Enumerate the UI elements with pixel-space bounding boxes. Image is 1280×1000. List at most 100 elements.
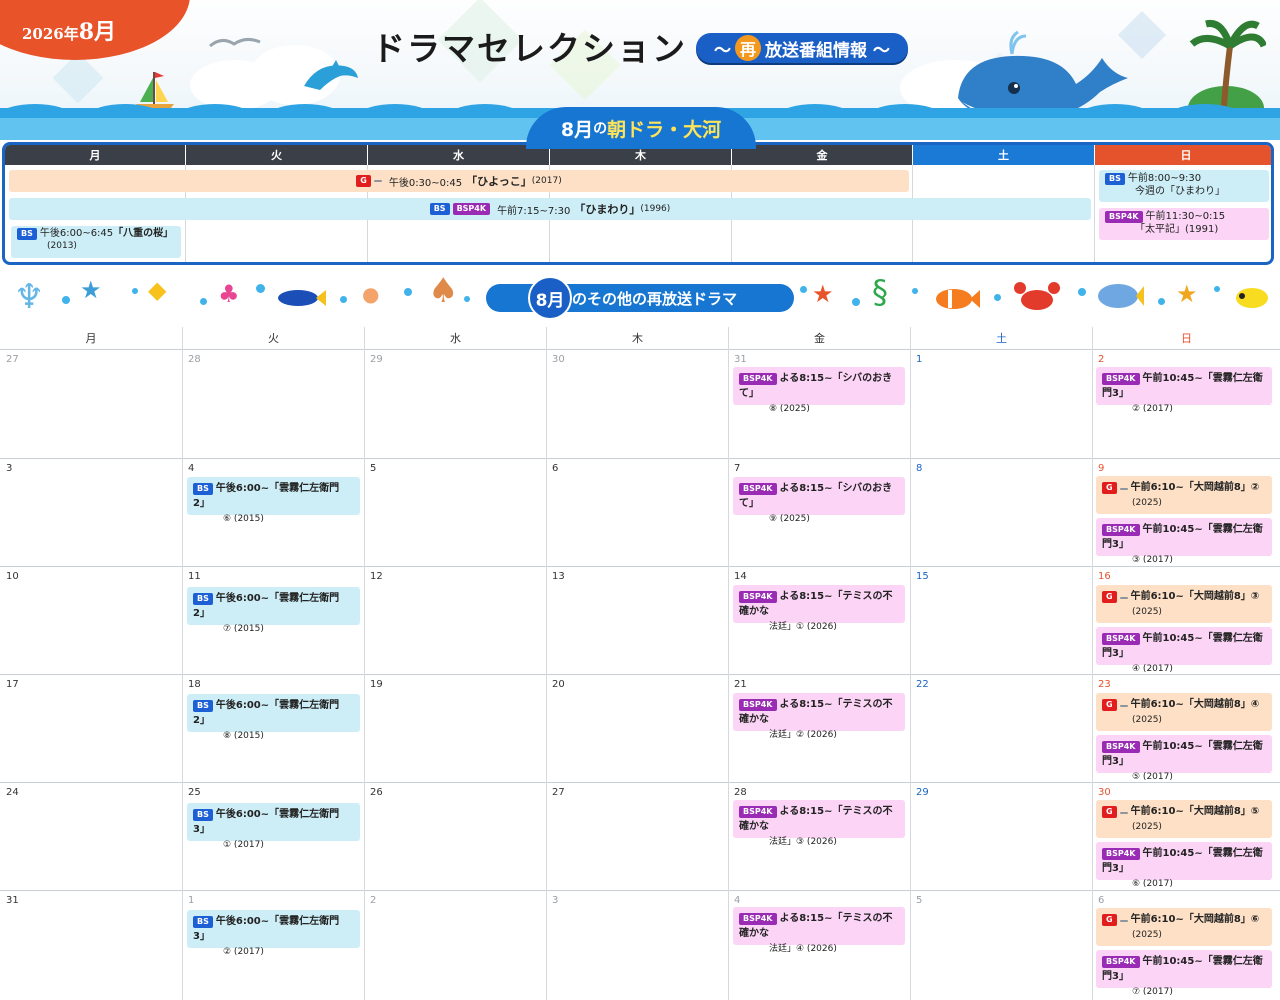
channel-bsp4k-badge: BSP4K bbox=[739, 806, 777, 818]
seaweed-icon: § bbox=[872, 273, 888, 311]
clownfish-icon bbox=[936, 289, 980, 309]
event-title: 午前6:10~「大岡越前8」② bbox=[1130, 482, 1260, 493]
program-event[interactable]: BS 午後6:00~「雲霧仁左衛門2」 ⑦ (2015) bbox=[187, 587, 360, 634]
channel-g-badge: G bbox=[356, 175, 371, 187]
yae-time: 午後6:00~6:45 bbox=[39, 228, 114, 239]
day-number: 3 bbox=[6, 463, 13, 474]
channel-bs-badge: BS bbox=[193, 916, 213, 928]
subtitle-tilde: 〜 bbox=[714, 40, 731, 61]
event-title: 午後6:00~「雲霧仁左衛門3」 bbox=[193, 916, 340, 942]
channel-g-badge: G bbox=[1102, 699, 1117, 711]
tang-fish-icon bbox=[278, 290, 326, 306]
bubble bbox=[852, 298, 860, 306]
program-event[interactable]: G 午前6:10~「大岡越前8」⑥ (2025) bbox=[1096, 908, 1272, 946]
subtitle-text: 放送番組情報 〜 bbox=[765, 40, 890, 61]
program-event[interactable]: BSP4K よる8:15~「テミスの不確かな 法廷」④ (2026) bbox=[733, 907, 905, 954]
program-event[interactable]: BSP4K 午前10:45~「雲霧仁左衛門3」 ⑦ (2017) bbox=[1096, 950, 1272, 997]
year-label: 2026年 bbox=[22, 25, 79, 43]
day-header-sun: 日 bbox=[1095, 145, 1271, 165]
event-detail: (2025) bbox=[1132, 715, 1162, 725]
program-event[interactable]: BSP4K よる8:15~「テミスの不確かな 法廷」③ (2026) bbox=[733, 800, 905, 847]
day-number: 13 bbox=[552, 571, 565, 582]
event-title: 午後6:00~「雲霧仁左衛門2」 bbox=[193, 700, 340, 726]
event-detail: (2025) bbox=[1132, 607, 1162, 617]
program-event[interactable]: BSP4K 午前10:45~「雲霧仁左衛門3」 ② (2017) bbox=[1096, 367, 1272, 414]
sunday-taiheiki-event[interactable]: BSP4K 午前11:30~0:15 「太平記」(1991) bbox=[1099, 208, 1269, 240]
day-number: 31 bbox=[6, 895, 19, 906]
day-number: 31 bbox=[734, 354, 747, 365]
day-number: 7 bbox=[734, 463, 741, 474]
butterflyfish-icon bbox=[1236, 288, 1268, 308]
himawari-title: 「ひまわり」 bbox=[574, 203, 641, 216]
fish-icon: ◆ bbox=[148, 276, 167, 304]
day-number: 23 bbox=[1098, 679, 1111, 690]
event-detail: ⑥ (2015) bbox=[223, 514, 264, 524]
day-number: 10 bbox=[6, 571, 19, 582]
yae-year: (2013) bbox=[47, 241, 77, 251]
row-divider bbox=[0, 566, 1280, 567]
channel-gray-badge bbox=[1119, 812, 1128, 814]
jellyfish-icon: ♆ bbox=[14, 277, 45, 317]
bubble bbox=[994, 294, 1001, 301]
bubble bbox=[1078, 288, 1086, 296]
program-event[interactable]: BS 午後6:00~「雲霧仁左衛門3」 ② (2017) bbox=[187, 910, 360, 957]
event-detail: 法廷」③ (2026) bbox=[769, 837, 837, 847]
program-event[interactable]: G 午前6:10~「大岡越前8」⑤ (2025) bbox=[1096, 800, 1272, 838]
program-event[interactable]: BS 午後6:00~「雲霧仁左衛門2」 ⑥ (2015) bbox=[187, 477, 360, 524]
shell-icon: ● bbox=[362, 282, 380, 306]
day-number: 27 bbox=[6, 354, 19, 365]
bubble bbox=[800, 286, 807, 293]
day-number: 12 bbox=[370, 571, 383, 582]
program-event[interactable]: BS 午後6:00~「雲霧仁左衛門3」 ① (2017) bbox=[187, 803, 360, 850]
program-event[interactable]: G 午前6:10~「大岡越前8」④ (2025) bbox=[1096, 693, 1272, 731]
channel-bsp4k-badge: BSP4K bbox=[739, 699, 777, 711]
program-event[interactable]: G 午前6:10~「大岡越前8」② (2025) bbox=[1096, 476, 1272, 514]
channel-bsp4k-badge: BSP4K bbox=[1102, 956, 1140, 968]
program-event[interactable]: BSP4K よる8:15~「シバのおきて」 ⑨ (2025) bbox=[733, 477, 905, 524]
starfish-icon: ★ bbox=[1176, 280, 1198, 308]
day-number: 2 bbox=[1098, 354, 1105, 365]
event-title: 午後6:00~「雲霧仁左衛門2」 bbox=[193, 593, 340, 619]
day-number: 6 bbox=[1098, 895, 1105, 906]
yae-no-sakura-event[interactable]: BS 午後6:00~6:45「八重の桜」 (2013) bbox=[11, 226, 181, 258]
starfish-icon: ★ bbox=[80, 276, 102, 304]
program-event[interactable]: BSP4K 午前10:45~「雲霧仁左衛門3」 ⑥ (2017) bbox=[1096, 842, 1272, 889]
day-header-mon: 月 bbox=[5, 145, 185, 165]
event-detail: ⑧ (2025) bbox=[769, 404, 810, 414]
hiyokko-title: 「ひよっこ」 bbox=[466, 175, 532, 188]
channel-gray-badge bbox=[1119, 920, 1128, 922]
day-header-wed: 水 bbox=[368, 145, 549, 165]
event-detail: 法廷」② (2026) bbox=[769, 730, 837, 740]
program-event[interactable]: BSP4K 午前10:45~「雲霧仁左衛門3」 ④ (2017) bbox=[1096, 627, 1272, 674]
event-detail: (2025) bbox=[1132, 822, 1162, 832]
event-detail: 法廷」④ (2026) bbox=[769, 944, 837, 954]
channel-gray-badge bbox=[1119, 705, 1128, 707]
program-event[interactable]: BSP4K 午前10:45~「雲霧仁左衛門3」 ③ (2017) bbox=[1096, 518, 1272, 565]
section1-title: 朝ドラ・大河 bbox=[607, 118, 722, 141]
program-event[interactable]: BSP4K よる8:15~「シバのおきて」 ⑧ (2025) bbox=[733, 367, 905, 414]
sunday-himawari-event[interactable]: BS 午前8:00~9:30 今週の「ひまわり」 bbox=[1099, 170, 1269, 202]
day-number: 19 bbox=[370, 679, 383, 690]
divider bbox=[1094, 165, 1095, 262]
section2-month: 8月 bbox=[528, 276, 572, 320]
program-event[interactable]: BS 午後6:00~「雲霧仁左衛門2」 ⑧ (2015) bbox=[187, 694, 360, 741]
event-detail: ① (2017) bbox=[223, 840, 264, 850]
bubble bbox=[912, 288, 918, 294]
day-number: 2 bbox=[370, 895, 377, 906]
day-number: 4 bbox=[734, 895, 741, 906]
himawari-bar[interactable]: BS BSP4K 午前7:15~7:30 「ひまわり」 (1996) bbox=[9, 198, 1091, 220]
channel-bsp4k-badge: BSP4K bbox=[1102, 524, 1140, 536]
program-event[interactable]: G 午前6:10~「大岡越前8」③ (2025) bbox=[1096, 585, 1272, 623]
event-detail: ⑨ (2025) bbox=[769, 514, 810, 524]
program-event[interactable]: BSP4K 午前10:45~「雲霧仁左衛門3」 ⑤ (2017) bbox=[1096, 735, 1272, 782]
cal-header-tue: 火 bbox=[268, 332, 279, 345]
program-event[interactable]: BSP4K よる8:15~「テミスの不確かな 法廷」② (2026) bbox=[733, 693, 905, 740]
bubble bbox=[256, 284, 265, 293]
row-divider bbox=[0, 782, 1280, 783]
day-number: 28 bbox=[734, 787, 747, 798]
channel-gray-badge bbox=[1119, 488, 1128, 490]
day-number: 21 bbox=[734, 679, 747, 690]
hiyokko-bar[interactable]: G 午後0:30~0:45 「ひよっこ」 (2017) bbox=[9, 170, 909, 192]
program-event[interactable]: BSP4K よる8:15~「テミスの不確かな 法廷」① (2026) bbox=[733, 585, 905, 632]
col-divider bbox=[182, 327, 183, 1000]
